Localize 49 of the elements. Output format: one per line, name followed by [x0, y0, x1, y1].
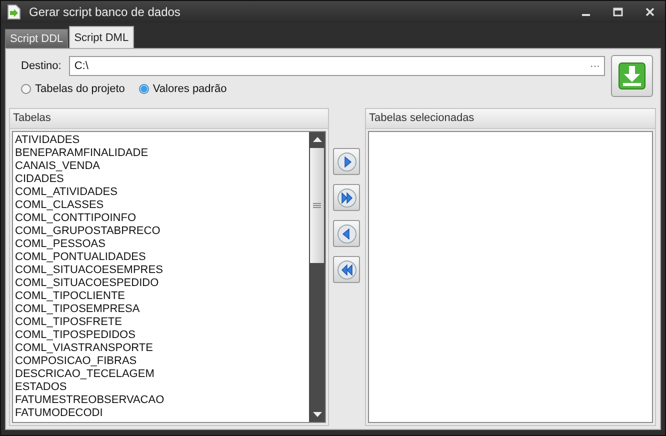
table-item[interactable]: COML_TIPOSFRETE: [15, 316, 307, 329]
tab[interactable]: Script DDL: [5, 29, 68, 48]
panel-header: Tabelas selecionadas: [366, 109, 655, 129]
table-item[interactable]: DESCRICAO_TECELAGEM: [15, 368, 307, 381]
scrollbar[interactable]: [309, 132, 325, 422]
table-item[interactable]: CIDADES: [15, 173, 307, 186]
table-item[interactable]: COML_VIASTRANSPORTE: [15, 342, 307, 355]
maximize-icon[interactable]: [613, 7, 623, 17]
window-title: Gerar script banco de dados: [29, 5, 180, 19]
table-item[interactable]: FATUMESTREOBSERVACAO: [15, 394, 307, 407]
double-arrow-right-icon: [336, 188, 356, 208]
radio-option[interactable]: Tabelas do projeto: [21, 83, 125, 95]
transfer-button[interactable]: [333, 256, 360, 283]
transfer-button[interactable]: [333, 220, 360, 247]
scroll-thumb[interactable]: [310, 148, 324, 263]
scroll-up-icon[interactable]: [312, 137, 322, 142]
table-item[interactable]: ATIVIDADES: [15, 134, 307, 147]
arrow-left-icon: [336, 224, 356, 244]
radio-option[interactable]: Valores padrão: [138, 83, 227, 95]
download-icon: [618, 62, 646, 90]
transfer-button[interactable]: [333, 148, 360, 175]
destination-label: Destino:: [21, 60, 62, 72]
document-arrow-icon: [7, 4, 21, 20]
scroll-down-icon[interactable]: [312, 412, 322, 417]
table-item[interactable]: COML_CLASSES: [15, 199, 307, 212]
browse-button[interactable]: ···: [590, 60, 600, 72]
table-item[interactable]: COML_ATIVIDADES: [15, 186, 307, 199]
table-item[interactable]: CANAIS_VENDA: [15, 160, 307, 173]
table-item[interactable]: COML_TIPOCLIENTE: [15, 290, 307, 303]
arrow-right-icon: [336, 152, 356, 172]
download-button[interactable]: [611, 55, 653, 97]
table-item[interactable]: COML_SITUACOESPEDIDO: [15, 277, 307, 290]
destination-field[interactable]: C:\ ···: [69, 56, 605, 76]
table-item[interactable]: COMPOSICAO_FIBRAS: [15, 355, 307, 368]
double-arrow-left-icon: [336, 260, 356, 280]
table-item[interactable]: ESTADOS: [15, 381, 307, 394]
panel-header: Tabelas: [10, 109, 328, 129]
transfer-button[interactable]: [333, 184, 360, 211]
table-item[interactable]: COML_SITUACOESEMPRES: [15, 264, 307, 277]
close-icon[interactable]: [645, 7, 655, 17]
table-item[interactable]: COML_PESSOAS: [15, 238, 307, 251]
tab[interactable]: Script DML: [69, 26, 134, 48]
table-item[interactable]: BENEPARAMFINALIDADE: [15, 147, 307, 160]
table-item[interactable]: FATUMODECODI: [15, 407, 307, 420]
table-item[interactable]: COML_TIPOSEMPRESA: [15, 303, 307, 316]
table-item[interactable]: COML_GRUPOSTABPRECO: [15, 225, 307, 238]
table-item[interactable]: COML_PONTUALIDADES: [15, 251, 307, 264]
table-item[interactable]: COML_CONTTIPOINFO: [15, 212, 307, 225]
table-item[interactable]: COML_TIPOSPEDIDOS: [15, 329, 307, 342]
